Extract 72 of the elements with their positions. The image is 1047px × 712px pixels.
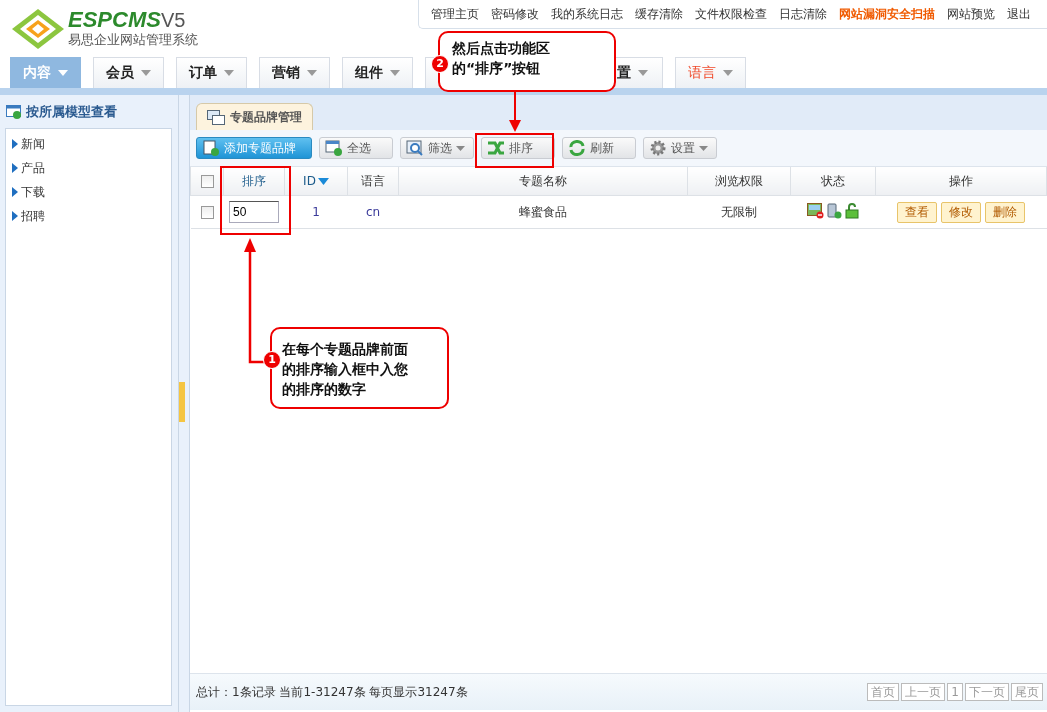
row-action-button[interactable]: 删除 xyxy=(985,201,1025,223)
highlight-frame xyxy=(220,166,291,235)
checkbox[interactable] xyxy=(200,206,214,219)
caret-icon xyxy=(141,70,151,76)
column-header[interactable]: ID xyxy=(284,167,348,196)
phone-add-icon[interactable] xyxy=(827,202,842,219)
toolbar-button[interactable]: 筛选 xyxy=(400,137,474,159)
callout-text: 在每个专题品牌前面的排序输入框中入您的排序的数字 xyxy=(282,340,409,399)
document-add-icon xyxy=(202,140,220,156)
image-remove-icon[interactable] xyxy=(807,202,824,219)
logo-text: ESPCMSV5 xyxy=(68,8,187,31)
checkbox[interactable] xyxy=(200,175,214,188)
nav-tab[interactable]: 组件 xyxy=(342,57,413,88)
table-cell: cn xyxy=(347,195,399,229)
caret-icon xyxy=(723,70,733,76)
toolbar-button[interactable]: 刷新 xyxy=(562,137,636,159)
top-link[interactable]: 文件权限检查 xyxy=(689,0,773,23)
unlock-icon[interactable] xyxy=(845,202,859,219)
top-link[interactable]: 密码修改 xyxy=(485,0,545,23)
toolbar-button[interactable]: 排序 xyxy=(481,137,555,159)
caret-icon xyxy=(224,70,234,76)
caret-icon xyxy=(390,70,400,76)
nav-tab[interactable]: 会员 xyxy=(93,57,164,88)
top-link[interactable]: 网站预览 xyxy=(941,0,1001,23)
table-add-icon xyxy=(325,140,343,156)
triangle-icon xyxy=(12,187,18,197)
panel-tab[interactable]: 专题品牌管理 xyxy=(196,103,313,130)
column-header[interactable]: 语言 xyxy=(347,167,399,196)
sidebar-item[interactable]: 招聘 xyxy=(6,204,171,228)
row-action-button[interactable]: 查看 xyxy=(897,201,937,223)
top-link[interactable]: 退出 xyxy=(1001,0,1037,23)
column-header[interactable]: 状态 xyxy=(790,167,876,196)
nav-tab[interactable]: 语言 xyxy=(675,57,746,88)
sidebar-item[interactable]: 下载 xyxy=(6,180,171,204)
row-action-button[interactable]: 修改 xyxy=(941,201,981,223)
column-header[interactable]: 排序 xyxy=(223,167,285,196)
callout-text: 然后点击功能区的“排序”按钮 xyxy=(452,39,551,78)
search-icon xyxy=(406,140,424,156)
top-link[interactable]: 管理主页 xyxy=(425,0,485,23)
triangle-icon xyxy=(12,139,18,149)
top-link[interactable]: 我的系统日志 xyxy=(545,0,629,23)
shuffle-icon xyxy=(487,140,505,156)
windows-icon xyxy=(207,109,225,125)
record-summary: 总计：1条记录 当前1-31247条 每页显示31247条 xyxy=(196,683,468,701)
nav-tab[interactable]: 营销 xyxy=(259,57,330,88)
column-header[interactable]: 专题名称 xyxy=(398,167,688,196)
sidebar-item[interactable]: 产品 xyxy=(6,156,171,180)
nav-tab[interactable]: 订单 xyxy=(176,57,247,88)
refresh-icon xyxy=(568,140,586,156)
toolbar-button[interactable]: 设置 xyxy=(643,137,717,159)
table-cell: 1 xyxy=(284,195,348,229)
toolbar-button[interactable]: 全选 xyxy=(319,137,393,159)
caret-icon xyxy=(58,70,68,76)
sidebar-title: 按所属模型查看 xyxy=(26,102,117,121)
splitter-handle[interactable] xyxy=(179,382,185,422)
caret-icon xyxy=(307,70,317,76)
table-cell: 蜂蜜食品 xyxy=(398,195,688,229)
triangle-icon xyxy=(12,211,18,221)
gear-icon xyxy=(649,140,667,156)
logo-subtitle: 易思企业网站管理系统 xyxy=(68,30,198,49)
column-header[interactable]: 操作 xyxy=(875,167,1047,196)
column-header[interactable]: 浏览权限 xyxy=(687,167,791,196)
window-add-icon xyxy=(6,104,22,119)
top-link[interactable]: 缓存清除 xyxy=(629,0,689,23)
step-badge: 2 xyxy=(431,55,449,73)
triangle-icon xyxy=(12,163,18,173)
caret-icon xyxy=(638,70,648,76)
table-cell: 无限制 xyxy=(687,195,791,229)
order-input[interactable]: 50 xyxy=(229,201,279,223)
logo-icon xyxy=(10,6,66,51)
sidebar-item[interactable]: 新闻 xyxy=(6,132,171,156)
top-link[interactable]: 日志清除 xyxy=(773,0,833,23)
